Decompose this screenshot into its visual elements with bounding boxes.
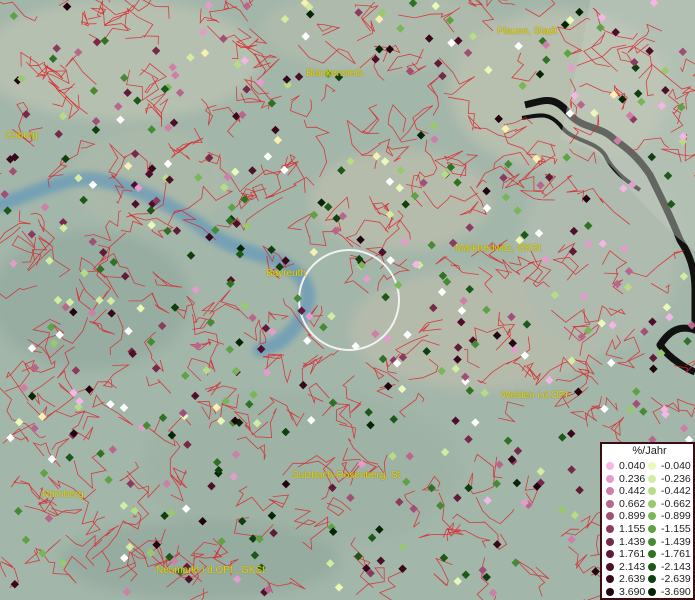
legend-swatch xyxy=(648,525,656,533)
legend-value: 0.236 xyxy=(619,472,646,485)
legend-swatch xyxy=(606,474,614,483)
legend-swatch xyxy=(606,562,614,571)
city-label-blankenstein: Blankenstein xyxy=(306,68,364,79)
legend-value: -1.761 xyxy=(661,548,691,561)
legend-value: 2.639 xyxy=(619,573,646,586)
city-label-plauen: Plauen, Stadt xyxy=(497,26,558,37)
legend-swatch xyxy=(648,550,656,559)
city-label-nuernberg: Nürnberg xyxy=(42,489,84,500)
legend: %/Jahr 0.040 0.236 0.442 0.662 0.899 1.155 1.4… xyxy=(600,442,695,600)
legend-value: -2.639 xyxy=(661,573,691,586)
legend-swatch xyxy=(606,550,614,559)
city-label-marktredwitz: Marktredwitz, GKSt xyxy=(455,243,542,254)
legend-value: -0.662 xyxy=(661,497,691,510)
legend-swatch xyxy=(648,474,656,483)
legend-swatch xyxy=(606,575,614,584)
legend-swatch xyxy=(648,462,656,470)
legend-swatch xyxy=(606,487,614,496)
city-label-sulzbach: Sulzbach-Rosenberg, St xyxy=(292,470,401,481)
legend-value: -1.155 xyxy=(661,523,691,535)
legend-swatch xyxy=(648,575,656,584)
legend-value: 0.442 xyxy=(619,485,646,498)
legend-swatch xyxy=(648,499,656,508)
legend-value: 1.439 xyxy=(619,535,646,548)
map-canvas[interactable] xyxy=(0,0,695,600)
legend-value: 3.690 xyxy=(619,586,646,598)
legend-swatch xyxy=(648,512,656,521)
legend-value: 0.040 xyxy=(619,460,646,472)
city-label-coburg: Coburg xyxy=(5,130,38,141)
city-label-weiden: Weiden i.d.OPf. xyxy=(501,390,571,401)
legend-value: 0.899 xyxy=(619,510,646,523)
legend-value: 1.155 xyxy=(619,523,646,535)
legend-swatch xyxy=(648,487,656,496)
legend-swatch xyxy=(606,588,614,596)
legend-value: -0.442 xyxy=(661,485,691,498)
city-label-neumarkt: Neumarkt i.d.OPf., GKSt xyxy=(156,565,265,576)
legend-swatch xyxy=(648,562,656,571)
legend-title: %/Jahr xyxy=(632,445,667,457)
legend-value: -2.143 xyxy=(661,560,691,573)
legend-value: -3.690 xyxy=(661,586,691,598)
legend-swatch xyxy=(606,512,614,521)
city-label-bayreuth: Bayreuth xyxy=(266,268,307,279)
legend-value: -0.899 xyxy=(661,510,691,523)
legend-swatch xyxy=(606,462,614,470)
legend-swatch xyxy=(606,537,614,546)
legend-value: -0.040 xyxy=(661,460,691,472)
legend-swatch xyxy=(648,537,656,546)
legend-value: -1.439 xyxy=(661,535,691,548)
legend-value: -0.236 xyxy=(661,472,691,485)
legend-swatch xyxy=(606,525,614,533)
legend-swatch xyxy=(648,588,656,596)
legend-value: 2.143 xyxy=(619,560,646,573)
legend-value: 1.761 xyxy=(619,548,646,561)
legend-swatch xyxy=(606,499,614,508)
legend-value: 0.662 xyxy=(619,497,646,510)
